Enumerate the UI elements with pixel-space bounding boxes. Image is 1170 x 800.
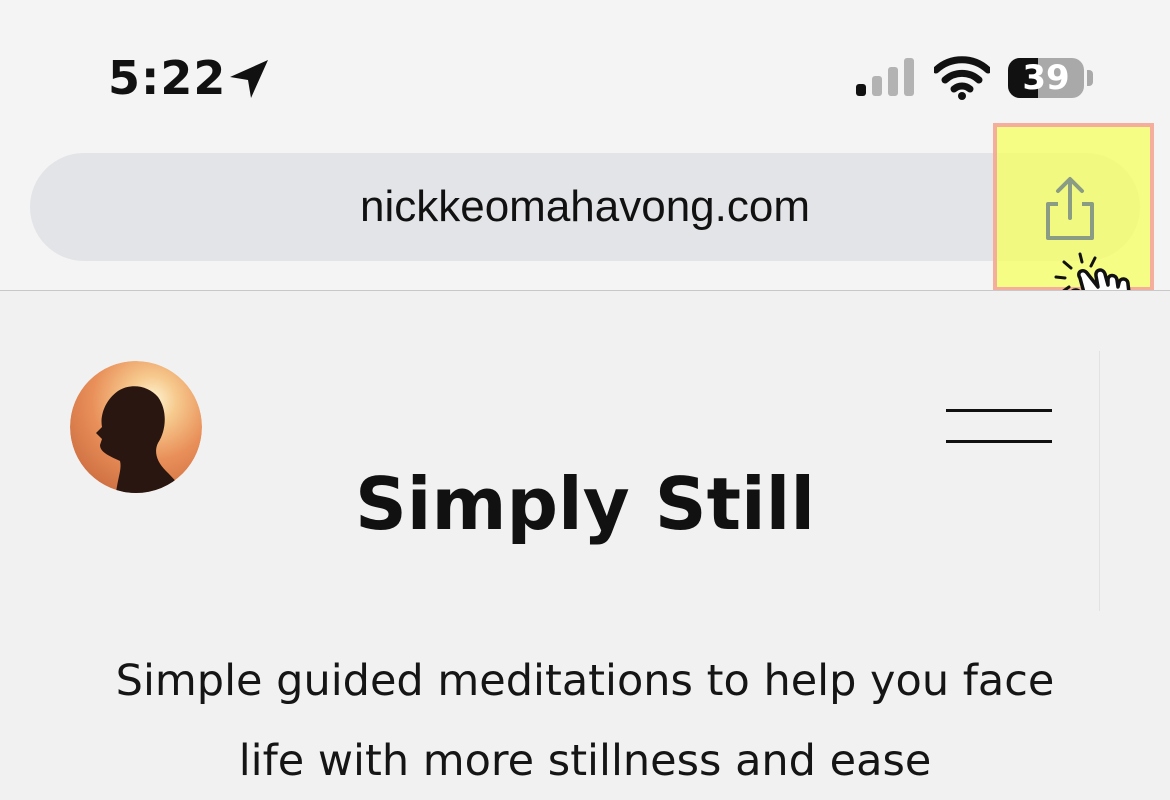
hamburger-menu-icon[interactable] [946, 407, 1052, 445]
battery-cap [1087, 70, 1093, 86]
tagline-line-1: Simple guided meditations to help you fa… [115, 656, 1055, 706]
url-text[interactable]: nickkeomahavong.com [30, 153, 1140, 261]
battery-percentage: 39 [1022, 58, 1070, 98]
battery-icon: 39 [1008, 58, 1084, 98]
location-arrow-icon [230, 60, 268, 98]
cellular-signal-icon [856, 58, 914, 96]
status-time: 5:22 [108, 51, 227, 105]
web-page: Simply Still Simple guided meditations t… [0, 291, 1170, 800]
site-tagline: Simple guided meditations to help you fa… [60, 641, 1110, 800]
tagline-line-2: life with more stillness and ease [238, 736, 932, 786]
share-icon[interactable] [1040, 176, 1100, 242]
status-bar: 5:22 39 [0, 0, 1170, 140]
phone-screen: 5:22 39 nickkeomahavong.com Simply Still… [0, 0, 1170, 800]
wifi-icon [934, 56, 990, 100]
site-title: Simply Still [354, 462, 816, 546]
address-bar[interactable]: nickkeomahavong.com [30, 153, 1140, 261]
